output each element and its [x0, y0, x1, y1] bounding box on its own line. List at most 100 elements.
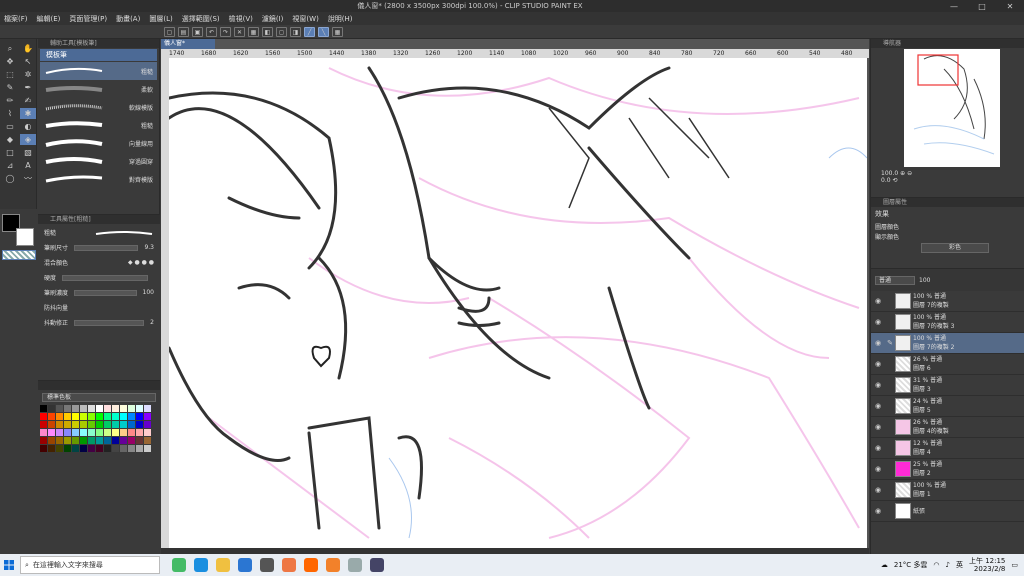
- color-swatch[interactable]: [56, 429, 63, 436]
- layer-row[interactable]: ◉ ✎ 100 % 普通 圖層 7的複製 2: [871, 333, 1024, 354]
- anti-overflow-checkbox[interactable]: 防抖向量: [44, 303, 68, 312]
- color-swatch[interactable]: [64, 405, 71, 412]
- maximize-button[interactable]: □: [968, 2, 996, 11]
- layer-visibility-icon[interactable]: ◉: [871, 444, 885, 452]
- gradient-tool-icon[interactable]: ◈: [20, 134, 36, 145]
- color-swatch[interactable]: [64, 437, 71, 444]
- volume-icon[interactable]: ♪: [946, 561, 950, 569]
- menu-animation[interactable]: 動畫(A): [116, 14, 140, 24]
- layer-row[interactable]: ◉ 31 % 普通 圖層 3: [871, 375, 1024, 396]
- mail-icon[interactable]: [238, 558, 252, 572]
- color-swatch[interactable]: [136, 421, 143, 428]
- layer-opacity[interactable]: 100: [919, 277, 930, 284]
- layer-visibility-icon[interactable]: ◉: [871, 486, 885, 494]
- layer-visibility-icon[interactable]: ◉: [871, 402, 885, 410]
- color-swatch[interactable]: [56, 445, 63, 452]
- brush-size-slider[interactable]: [74, 244, 139, 251]
- layer-row[interactable]: ◉ 26 % 普通 圖層 6: [871, 354, 1024, 375]
- invert-icon[interactable]: ◨: [290, 26, 301, 37]
- menu-page[interactable]: 頁面管理(P): [69, 14, 107, 24]
- balloon-tool-icon[interactable]: ◯: [2, 173, 18, 184]
- color-swatch[interactable]: [88, 405, 95, 412]
- transparent-color-swatch[interactable]: [2, 250, 36, 260]
- color-swatch[interactable]: [104, 421, 111, 428]
- layer-visibility-icon[interactable]: ◉: [871, 297, 885, 305]
- blend-tool-icon[interactable]: ◐: [20, 121, 36, 132]
- subtool-item[interactable]: 穿過圓穿: [40, 152, 157, 170]
- subtool-group-tab[interactable]: 模板筆: [40, 49, 157, 61]
- undo-icon[interactable]: ↶: [206, 26, 217, 37]
- density-slider[interactable]: [74, 289, 137, 296]
- color-swatch[interactable]: [104, 445, 111, 452]
- zoom-out-icon[interactable]: ⊖: [907, 170, 912, 177]
- airbrush-icon[interactable]: ⌇: [2, 108, 18, 119]
- open-icon[interactable]: ▤: [178, 26, 189, 37]
- store-icon[interactable]: [260, 558, 274, 572]
- correct-line-icon[interactable]: 〰: [20, 173, 36, 184]
- hardness-slider[interactable]: [62, 274, 148, 281]
- angle-value[interactable]: 0.0: [881, 177, 891, 184]
- color-swatch[interactable]: [88, 421, 95, 428]
- pencil-tool-icon[interactable]: ✏: [2, 95, 18, 106]
- stabilization-slider[interactable]: [74, 319, 145, 326]
- snap-special-icon[interactable]: ╲: [318, 26, 329, 37]
- color-swatch[interactable]: [120, 421, 127, 428]
- main-sub-color[interactable]: [2, 214, 34, 248]
- color-swatch[interactable]: [80, 413, 87, 420]
- color-swatch[interactable]: [104, 405, 111, 412]
- layer-row[interactable]: ◉ 紙張: [871, 501, 1024, 522]
- menu-help[interactable]: 說明(H): [328, 14, 353, 24]
- layer-row[interactable]: ◉ 100 % 普通 圖層 7的複製 3: [871, 312, 1024, 333]
- edge-icon[interactable]: [194, 558, 208, 572]
- subtool-item[interactable]: 軟線模版: [40, 98, 157, 116]
- layer-row[interactable]: ◉ 100 % 普通 圖層 1: [871, 480, 1024, 501]
- auto-select-icon[interactable]: ✲: [20, 69, 36, 80]
- color-swatch[interactable]: [96, 437, 103, 444]
- chrome-icon[interactable]: [282, 558, 296, 572]
- color-swatch[interactable]: [40, 429, 47, 436]
- fill-tool-icon[interactable]: ◆: [2, 134, 18, 145]
- color-swatch[interactable]: [120, 413, 127, 420]
- color-swatch[interactable]: [48, 437, 55, 444]
- color-swatch[interactable]: [80, 445, 87, 452]
- document-tab[interactable]: 儀人窗*: [161, 39, 215, 49]
- layer-visibility-icon[interactable]: ◉: [871, 318, 885, 326]
- layer-row[interactable]: ◉ 26 % 普通 圖層 4的複製: [871, 417, 1024, 438]
- color-swatch[interactable]: [144, 429, 151, 436]
- file-explorer-icon[interactable]: [216, 558, 230, 572]
- color-swatch[interactable]: [56, 405, 63, 412]
- figure-tool-icon[interactable]: □: [2, 147, 18, 158]
- blend-mode-icons[interactable]: ◆ ● ● ●: [128, 259, 154, 266]
- color-swatch[interactable]: [96, 405, 103, 412]
- color-swatch[interactable]: [96, 429, 103, 436]
- subtool-item[interactable]: 對齊模版: [40, 170, 157, 188]
- color-swatch[interactable]: [104, 437, 111, 444]
- color-swatch[interactable]: [128, 421, 135, 428]
- close-button[interactable]: ✕: [996, 2, 1024, 11]
- color-swatch[interactable]: [112, 445, 119, 452]
- color-swatch[interactable]: [80, 405, 87, 412]
- color-swatch[interactable]: [40, 445, 47, 452]
- rotate-icon[interactable]: ⟲: [892, 177, 897, 184]
- color-swatch[interactable]: [128, 413, 135, 420]
- color-swatch[interactable]: [72, 405, 79, 412]
- layer-row[interactable]: ◉ 100 % 普通 圖層 7的複製: [871, 291, 1024, 312]
- color-set-tabs[interactable]: [38, 381, 160, 390]
- color-swatch[interactable]: [120, 437, 127, 444]
- taskbar-search[interactable]: ⌕ 在這裡輸入文字來搜尋: [20, 556, 160, 574]
- color-swatch[interactable]: [56, 421, 63, 428]
- redo-icon[interactable]: ↷: [220, 26, 231, 37]
- hand-tool-icon[interactable]: ✋: [20, 43, 36, 54]
- color-swatch[interactable]: [128, 405, 135, 412]
- brush-size-value[interactable]: 9.3: [144, 244, 154, 251]
- color-swatch[interactable]: [96, 445, 103, 452]
- sub-color-swatch[interactable]: [16, 228, 34, 246]
- subtool-item[interactable]: 粗糙: [40, 62, 157, 80]
- menu-view[interactable]: 檢視(V): [229, 14, 253, 24]
- color-swatch[interactable]: [144, 421, 151, 428]
- layer-row[interactable]: ◉ 12 % 普通 圖層 4: [871, 438, 1024, 459]
- wifi-icon[interactable]: ◠: [933, 561, 939, 569]
- weather-icon[interactable]: ☁: [881, 561, 888, 569]
- color-grid[interactable]: [40, 405, 158, 452]
- color-swatch[interactable]: [72, 445, 79, 452]
